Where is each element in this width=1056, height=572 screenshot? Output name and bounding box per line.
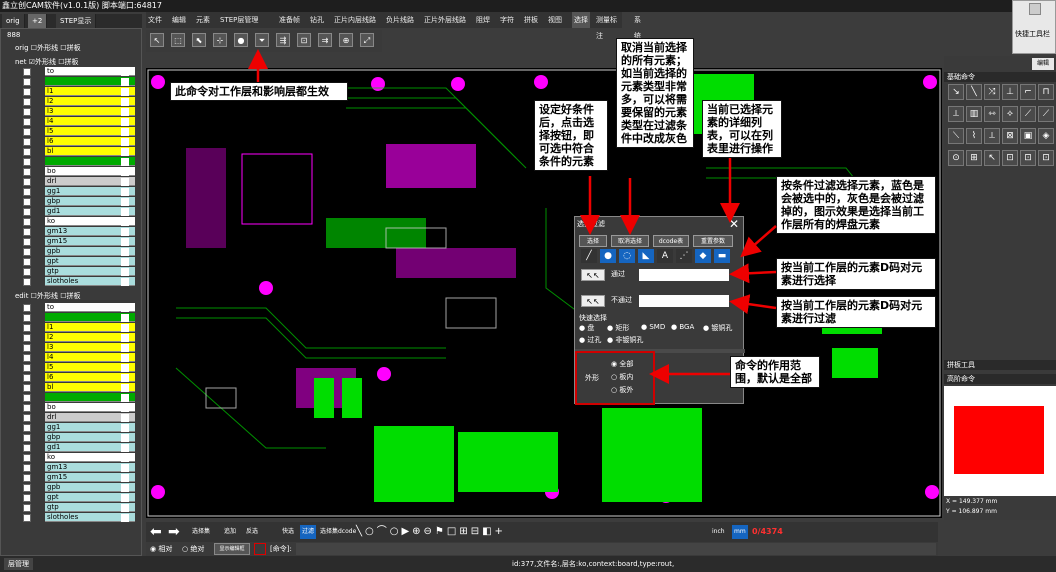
command-row: ◉ 相对 ○ 绝对 显示编辑框 [命令]:: [146, 542, 938, 556]
command-tool-icon[interactable]: ↘: [948, 84, 964, 100]
preview-board: [954, 406, 1044, 474]
bottom-tool-icons[interactable]: ╲○⌒○▶⊕⊖⚑□⊞⊟◧+: [356, 525, 706, 539]
selection-dcode-button[interactable]: 选择集dcode: [320, 525, 356, 539]
command-tool-icon[interactable]: ⟂: [948, 106, 964, 122]
relative-option[interactable]: ◉ 相对: [150, 544, 172, 554]
command-tool-icon[interactable]: ⊞: [966, 150, 982, 166]
filter-button[interactable]: 过滤: [300, 525, 317, 539]
absolute-option[interactable]: ○ 绝对: [182, 544, 204, 554]
absolute-label: 绝对: [190, 545, 205, 553]
quick-select-button[interactable]: 快选: [282, 525, 294, 539]
inch-button[interactable]: inch: [712, 525, 725, 539]
basic-command-header: 基础命令: [944, 72, 1056, 82]
command-tool-icon[interactable]: ⌐: [1020, 84, 1036, 100]
command-tool-icon[interactable]: ⤨: [984, 84, 1000, 100]
advanced-command-header: 高阶命令: [944, 374, 1056, 384]
selection-set-button[interactable]: 选择集: [192, 525, 210, 539]
edit-button[interactable]: 编辑: [1032, 58, 1054, 70]
command-tool-icon[interactable]: ⊙: [948, 150, 964, 166]
coord-y: Y = 106.897 mm: [946, 508, 997, 515]
command-tool-icon[interactable]: ⊡: [1020, 150, 1036, 166]
relative-label: 相对: [158, 545, 173, 553]
command-tool-icon[interactable]: ⊥: [1002, 84, 1018, 100]
record-icon[interactable]: [254, 543, 266, 555]
basic-command-grid: ↘ ╲ ⤨ ⊥ ⌐ ⊓ ⟂ ▥ ⇿ ⟡ ⟋ ⟋ ⟍ ⌇ ⟂ ⊠ ▣ ◈ ⊙ ⊞ ↖ ⊡ ⊡ ⊡: [944, 84, 1056, 194]
preview-window: [944, 386, 1056, 496]
forward-arrow-icon[interactable]: ➡: [168, 524, 184, 540]
status-bar: 层管理 id:377,文件名:,层名:ko,context:board,type…: [0, 556, 1056, 572]
mm-button[interactable]: mm: [732, 525, 748, 539]
command-tool-icon[interactable]: ╲: [966, 84, 982, 100]
command-tool-icon[interactable]: ↖: [984, 150, 1000, 166]
command-tool-icon[interactable]: ⟋: [1020, 106, 1036, 122]
command-tool-icon[interactable]: ⟍: [948, 128, 964, 144]
command-prompt: [命令]:: [270, 545, 292, 553]
command-tool-icon[interactable]: ▥: [966, 106, 982, 122]
coord-x: X = 149.377 mm: [946, 498, 998, 505]
command-tool-icon[interactable]: ▣: [1020, 128, 1036, 144]
arrow-overlay: [248, 49, 777, 384]
append-button[interactable]: 追加: [224, 525, 236, 539]
command-tool-icon[interactable]: ⟂: [984, 128, 1000, 144]
command-tool-icon[interactable]: ◈: [1038, 128, 1054, 144]
command-tool-icon[interactable]: ⊡: [1038, 150, 1054, 166]
invert-button[interactable]: 反选: [246, 525, 258, 539]
command-tool-icon[interactable]: ⌇: [966, 128, 982, 144]
command-tool-icon[interactable]: ⊓: [1038, 84, 1054, 100]
command-tool-icon[interactable]: ⟡: [1002, 106, 1018, 122]
panel-tool-header: 拼板工具: [944, 360, 1056, 370]
command-tool-icon[interactable]: ⇿: [984, 106, 1000, 122]
command-tool-icon[interactable]: ⊠: [1002, 128, 1018, 144]
layer-manager-tab[interactable]: 层管理: [4, 558, 33, 570]
status-text: id:377,文件名:,层名:ko,context:board,type:rou…: [512, 560, 675, 568]
command-input[interactable]: [296, 543, 936, 555]
selection-counter: 0/4374: [752, 527, 783, 536]
bottom-toolbar: ⬅ ➡ 选择集 追加 反选 快选 过滤 选择集dcode ╲○⌒○▶⊕⊖⚑□⊞⊟…: [146, 522, 938, 542]
command-tool-icon[interactable]: ⟋: [1038, 106, 1054, 122]
command-tool-icon[interactable]: ⊡: [1002, 150, 1018, 166]
show-editor-button[interactable]: 显示编辑框: [214, 543, 250, 555]
back-arrow-icon[interactable]: ⬅: [150, 524, 166, 540]
right-command-panel: 编辑 基础命令 ↘ ╲ ⤨ ⊥ ⌐ ⊓ ⟂ ▥ ⇿ ⟡ ⟋ ⟋ ⟍ ⌇ ⟂ ⊠ ▣ ◈ ⊙ ⊞ ↖ ⊡ ⊡ ⊡ 拼板工具 高阶…: [944, 56, 1056, 520]
